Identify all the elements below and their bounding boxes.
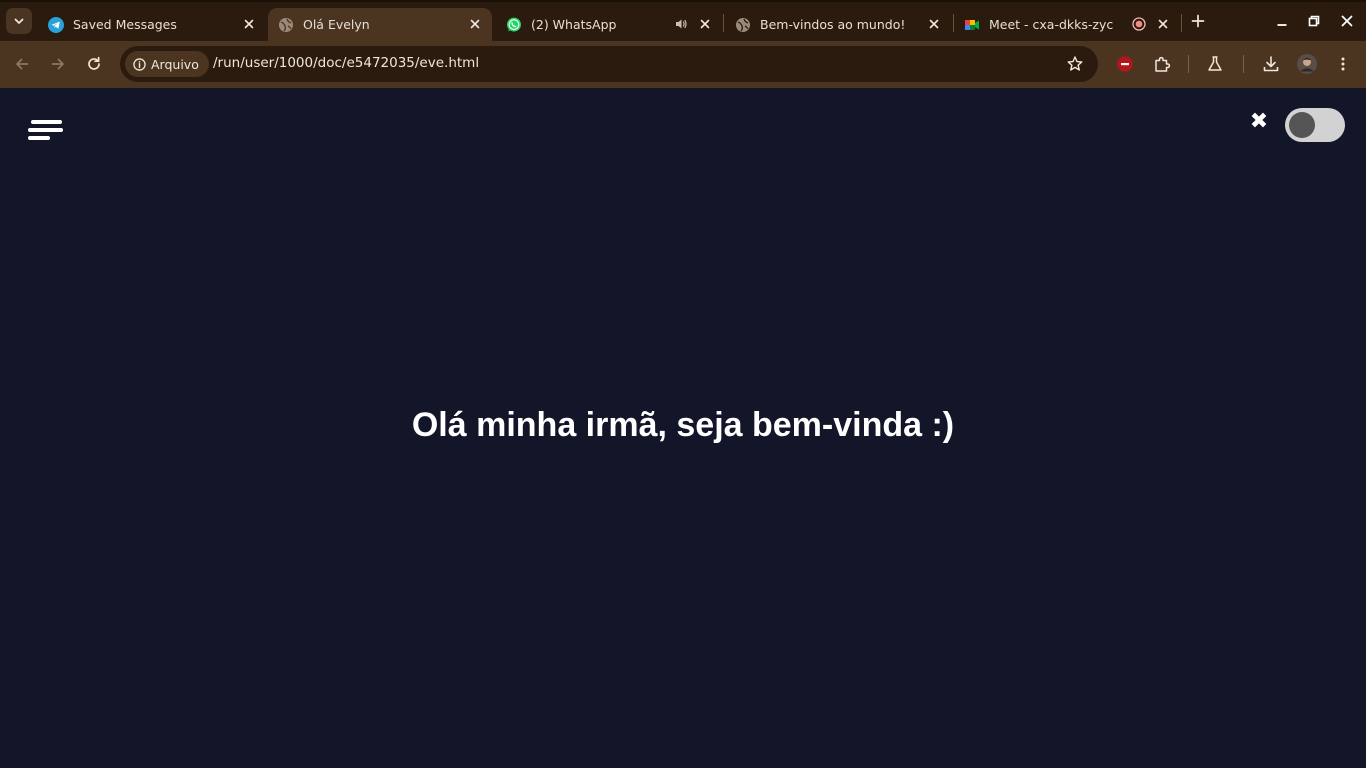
tab-title: Meet - cxa-dkks-zyc [989,17,1114,32]
more-vertical-icon [1341,57,1345,71]
globe-icon [278,17,294,33]
puzzle-icon [1155,56,1171,72]
menu-line [31,120,62,124]
downloads-button[interactable] [1259,52,1283,76]
minimize-button[interactable] [1272,11,1292,31]
site-chip-label: Arquivo [151,56,199,72]
adblock-extension-button[interactable] [1113,52,1137,76]
tab-meet[interactable]: Meet - cxa-dkks-zyc [954,8,1180,41]
stop-sign-icon [1117,56,1133,72]
menu-line [28,136,50,140]
menu-line [28,128,63,132]
download-icon [1263,56,1279,72]
close-icon [1341,15,1353,27]
telegram-icon [48,16,64,33]
tab-title: (2) WhatsApp [531,17,617,32]
new-tab-button[interactable] [1188,11,1208,31]
maximize-button[interactable] [1304,11,1324,31]
close-icon[interactable] [242,17,256,31]
address-bar[interactable]: Arquivo /run/user/1000/doc/e5472035/eve.… [120,46,1098,82]
avatar [1297,54,1317,74]
recording-icon [1132,17,1146,31]
tab-whatsapp[interactable]: (2) WhatsApp [496,8,722,41]
whatsapp-icon [506,17,522,33]
arrow-right-icon [51,58,64,70]
restore-icon [1308,15,1320,27]
speaker-icon[interactable] [674,17,688,31]
profile-button[interactable] [1295,52,1319,76]
tab-strip: Saved Messages Olá Evelyn (2) WhatsApp B… [0,0,1366,41]
forward-button[interactable] [46,52,70,76]
star-icon[interactable] [1066,55,1084,73]
toggle-knob [1289,112,1315,138]
tab-search-button[interactable] [6,8,32,34]
page-title: Olá minha irmã, seja bem-vinda :) [411,406,955,444]
globe-icon [735,17,751,33]
chevron-down-icon [14,18,24,24]
browser-menu-button[interactable] [1331,52,1355,76]
tab-title: Bem-vindos ao mundo! [760,17,906,32]
tabstrip-top-edge [0,0,1366,2]
url-text[interactable]: /run/user/1000/doc/e5472035/eve.html [213,55,479,71]
tab-separator [1181,14,1182,32]
theme-toggle[interactable] [1285,108,1345,142]
close-icon[interactable] [698,17,712,31]
toolbar-divider [1188,55,1189,73]
close-icon[interactable] [927,17,941,31]
toolbar-divider [1243,55,1244,73]
close-icon[interactable] [1156,17,1170,31]
tab-ola-evelyn[interactable]: Olá Evelyn [268,8,492,41]
flask-icon [1208,56,1222,71]
site-info-chip[interactable]: Arquivo [125,51,209,77]
info-icon [133,57,146,71]
close-icon[interactable]: ✖ [1247,110,1271,134]
tab-title: Olá Evelyn [303,17,370,32]
tab-title: Saved Messages [73,17,177,32]
reload-icon [88,56,100,70]
page-content: ✖ Olá minha irmã, seja bem-vinda :) [0,88,1366,768]
arrow-left-icon [16,58,29,70]
reload-button[interactable] [82,52,106,76]
close-window-button[interactable] [1337,11,1357,31]
menu-icon[interactable] [27,120,65,146]
close-icon[interactable] [468,17,482,31]
labs-button[interactable] [1203,52,1227,76]
plus-icon [1191,14,1205,28]
tab-bem-vindos[interactable]: Bem-vindos ao mundo! [725,8,951,41]
browser-toolbar: Arquivo /run/user/1000/doc/e5472035/eve.… [0,41,1366,88]
tab-separator [723,14,724,32]
extensions-button[interactable] [1150,52,1174,76]
minimize-icon [1277,24,1287,26]
tab-saved-messages[interactable]: Saved Messages [38,8,266,41]
back-button[interactable] [10,52,34,76]
google-meet-icon [964,17,980,33]
